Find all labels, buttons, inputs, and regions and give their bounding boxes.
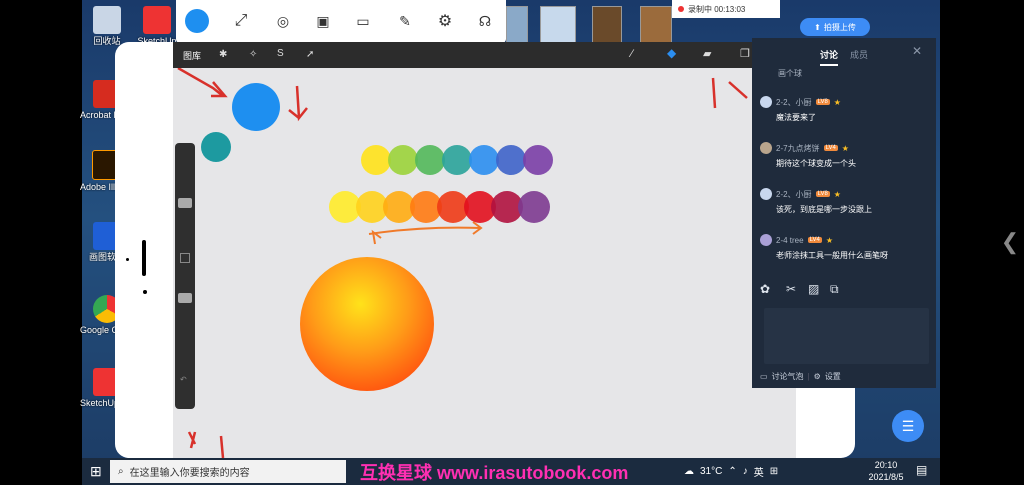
device-dot (143, 290, 147, 294)
swatch-row-2 (329, 191, 550, 223)
tab-discussion[interactable]: 讨论 (820, 48, 839, 66)
upload-button[interactable]: ⬆ 拍摄上传 (800, 18, 870, 36)
chat-bubble-icon: ☰ (901, 417, 915, 434)
volume-icon[interactable]: ♪ (743, 466, 748, 477)
chat-fab-button[interactable]: ☰ (892, 410, 924, 442)
color-swatch (518, 191, 550, 223)
screenshot-icon[interactable]: ⧉ (830, 282, 839, 297)
camera-icon[interactable]: ◎ (270, 8, 296, 34)
watermark-text: 互换星球 www.irasutobook.com (360, 463, 629, 483)
upload-icon: ⬆ (814, 22, 821, 32)
taskbar-search[interactable]: ⌕ 在这里输入你要搜索的内容 (110, 460, 346, 483)
swatch-row-1 (361, 145, 553, 175)
ime-indicator[interactable]: 英 (754, 464, 764, 479)
layers-tool-icon[interactable]: ❐ (740, 47, 750, 60)
star-icon: ★ (833, 189, 841, 199)
color-picker-button[interactable] (180, 253, 190, 263)
chevron-left-icon[interactable]: ❮ (1000, 230, 1020, 254)
chat-message: 2-7九点烤饼 LV4 ★ 期待这个球变成一个头 (760, 142, 930, 169)
smudge-tool-icon[interactable]: ◆ (667, 46, 676, 60)
avatar (760, 142, 772, 154)
color-swatch (469, 145, 499, 175)
chat-message: 2-2、小厨 LV8 ★ 该死，到底是哪一步没跟上 (760, 188, 930, 215)
settings-link[interactable]: 设置 (825, 371, 841, 382)
desktop-thumbnail[interactable] (592, 6, 622, 44)
chat-message: 2-2、小厨 LV8 ★ 魔法要来了 (760, 96, 930, 123)
avatar (760, 188, 772, 200)
teal-color-sample (201, 132, 231, 162)
headset-icon[interactable]: ☊ (472, 8, 498, 34)
search-icon: ⌕ (118, 466, 124, 477)
desktop-thumbnail[interactable] (640, 6, 672, 44)
sketchup-icon (143, 6, 171, 34)
brush-tool-icon[interactable]: ∕ (631, 48, 633, 60)
windows-start-icon[interactable]: ⊞ (90, 463, 102, 480)
undo-icon[interactable]: ↶ (180, 375, 187, 384)
chat-footer: ▭ 讨论气泡 | ⚙ 设置 (760, 371, 841, 382)
video-icon[interactable]: ▣ (310, 8, 336, 34)
desktop-icon-recycle-bin[interactable]: 回收站 (80, 6, 134, 46)
recycle-bin-icon (93, 6, 121, 34)
gallery-button[interactable]: 图库 (183, 49, 201, 62)
eraser-tool-icon[interactable]: ▰ (703, 47, 711, 60)
recording-indicator: 录制中 00:13:03 (672, 0, 780, 18)
orange-sphere (300, 257, 434, 391)
weather-icon[interactable]: ☁ (684, 466, 694, 477)
magic-icon[interactable]: ✧ (249, 49, 257, 60)
gear-icon[interactable]: ⚙ (814, 372, 821, 381)
drawing-canvas[interactable] (173, 68, 796, 458)
image-icon[interactable]: ▨ (808, 282, 819, 296)
notification-icon[interactable]: ▤ (916, 463, 927, 477)
chat-input[interactable] (764, 308, 929, 364)
blue-color-sample (232, 83, 280, 131)
color-swatch (361, 145, 391, 175)
star-icon: ★ (825, 235, 833, 245)
taskbar-clock[interactable]: 20:10 2021/8/5 (856, 459, 916, 485)
ime-mode-icon[interactable]: ⊞ (770, 466, 778, 477)
app-top-bar: 图库 ✱ ✧ S ➚ ∕ ◆ ▰ ❐ (173, 42, 796, 68)
avatar (760, 96, 772, 108)
tab-members[interactable]: 成员 (850, 48, 868, 61)
color-swatch (496, 145, 526, 175)
desktop-thumbnail[interactable] (506, 6, 528, 44)
expand-icon[interactable]: ⤢ (228, 8, 254, 34)
scissors-icon[interactable]: ✂ (786, 282, 796, 296)
flower-emoji-icon[interactable]: ✿ (760, 282, 770, 296)
record-dot-icon (678, 6, 684, 12)
star-icon: ★ (833, 97, 841, 107)
color-swatch (523, 145, 553, 175)
color-swatch (388, 145, 418, 175)
device-dot (126, 258, 129, 261)
wrench-icon[interactable]: ✱ (219, 49, 227, 60)
brush-size-sidebar: ↶ (175, 143, 195, 409)
brush-size-slider[interactable] (178, 198, 192, 208)
transform-icon[interactable]: ➚ (306, 49, 314, 60)
chat-header-text: 画个球 (778, 69, 802, 78)
star-icon: ★ (841, 143, 849, 153)
color-swatch (415, 145, 445, 175)
bubble-toggle[interactable]: 讨论气泡 (772, 371, 804, 382)
tray-expand-icon[interactable]: ⌃ (728, 466, 736, 477)
gear-icon[interactable]: ⚙ (432, 8, 458, 34)
opacity-slider[interactable] (178, 293, 192, 303)
device-side-marker (142, 240, 146, 276)
desktop-thumbnail[interactable] (540, 6, 576, 44)
brush-icon[interactable]: ✎ (392, 8, 418, 34)
user-icon[interactable] (184, 8, 210, 34)
screen-icon[interactable]: ▭ (350, 8, 376, 34)
bubble-icon[interactable]: ▭ (760, 372, 768, 381)
selection-icon[interactable]: S (277, 48, 284, 59)
close-icon[interactable]: ✕ (912, 44, 922, 58)
avatar (760, 234, 772, 246)
color-swatch (442, 145, 472, 175)
chat-message: 2-4 tree LV4 ★ 老师涂抹工具一般用什么画笔呀 (760, 234, 930, 261)
